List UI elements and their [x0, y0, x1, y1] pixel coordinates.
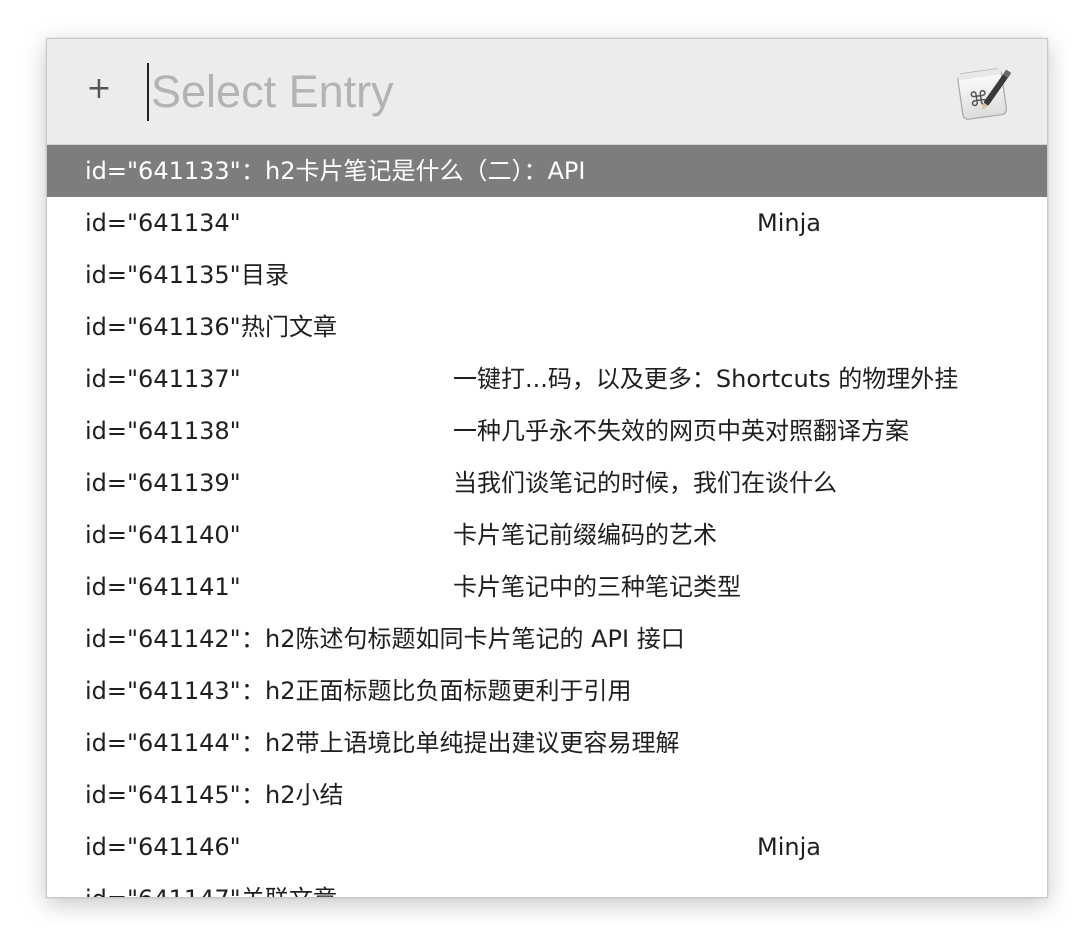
add-entry-button[interactable]: + [83, 69, 115, 109]
list-item[interactable]: id="641146" Minja [47, 821, 1047, 873]
list-item[interactable]: id="641143" ：h2正面标题比负面标题更利于引用 [47, 665, 1047, 717]
entry-id: id="641147" [85, 873, 241, 897]
entry-author: Minja [757, 833, 821, 861]
entry-id: id="641134" [85, 209, 241, 237]
entry-id: id="641136" [85, 313, 241, 341]
entry-title: 一种几乎永不失效的网页中英对照翻译方案 [453, 417, 909, 445]
entry-id: id="641137" [85, 365, 241, 393]
entry-title: 目录 [241, 261, 289, 289]
entry-title: ：h2带上语境比单纯提出建议更容易理解 [241, 729, 680, 757]
entry-id: id="641146" [85, 833, 241, 861]
entry-title: 关联文章 [241, 873, 337, 897]
list-item[interactable]: id="641136" 热门文章 [47, 301, 1047, 353]
list-item[interactable]: id="641144" ：h2带上语境比单纯提出建议更容易理解 [47, 717, 1047, 769]
list-item-selected[interactable]: id="641133" ：h2卡片笔记是什么（二）：API [47, 145, 1047, 197]
entry-id: id="641142" [85, 625, 241, 653]
entry-id: id="641141" [85, 573, 241, 601]
search-bar: + ⌘ [47, 39, 1047, 145]
entry-title: 热门文章 [241, 313, 337, 341]
entry-title: 一键打...码，以及更多：Shortcuts 的物理外挂 [453, 365, 959, 393]
entry-title: ：h2陈述句标题如同卡片笔记的 API 接口 [241, 625, 685, 653]
list-item[interactable]: id="641142" ：h2陈述句标题如同卡片笔记的 API 接口 [47, 613, 1047, 665]
list-item[interactable]: id="641145" ：h2小结 [47, 769, 1047, 821]
list-item[interactable]: id="641147" 关联文章 [47, 873, 1047, 897]
entry-title: 卡片笔记前缀编码的艺术 [453, 521, 717, 549]
list-item[interactable]: id="641140" 卡片笔记前缀编码的艺术 [47, 509, 1047, 561]
launcher-window: + ⌘ [46, 38, 1048, 898]
entry-title: ：h2小结 [241, 781, 344, 809]
list-item[interactable]: id="641137" 一键打...码，以及更多：Shortcuts 的物理外挂 [47, 353, 1047, 405]
entry-id: id="641144" [85, 729, 241, 757]
entry-id: id="641138" [85, 417, 241, 445]
text-cursor [147, 63, 149, 121]
list-item[interactable]: id="641138" 一种几乎永不失效的网页中英对照翻译方案 [47, 405, 1047, 457]
entry-id: id="641139" [85, 469, 241, 497]
entry-title: ：h2卡片笔记是什么（二）：API [241, 157, 586, 185]
list-item[interactable]: id="641139" 当我们谈笔记的时候，我们在谈什么 [47, 457, 1047, 509]
list-item[interactable]: id="641135" 目录 [47, 249, 1047, 301]
entry-author: Minja [757, 209, 821, 237]
entry-id: id="641143" [85, 677, 241, 705]
list-item[interactable]: id="641141" 卡片笔记中的三种笔记类型 [47, 561, 1047, 613]
entry-title: ：h2正面标题比负面标题更利于引用 [241, 677, 632, 705]
entry-id: id="641135" [85, 261, 241, 289]
entry-id: id="641145" [85, 781, 241, 809]
entry-title: 当我们谈笔记的时候，我们在谈什么 [453, 469, 837, 497]
search-input[interactable] [151, 63, 931, 121]
entry-id: id="641133" [85, 157, 241, 185]
entry-id: id="641140" [85, 521, 241, 549]
command-key-icon[interactable]: ⌘ [951, 61, 1015, 125]
entry-title: 卡片笔记中的三种笔记类型 [453, 573, 741, 601]
entry-list: id="641133" ：h2卡片笔记是什么（二）：API id="641134" M… [47, 145, 1047, 897]
list-item[interactable]: id="641134" Minja [47, 197, 1047, 249]
